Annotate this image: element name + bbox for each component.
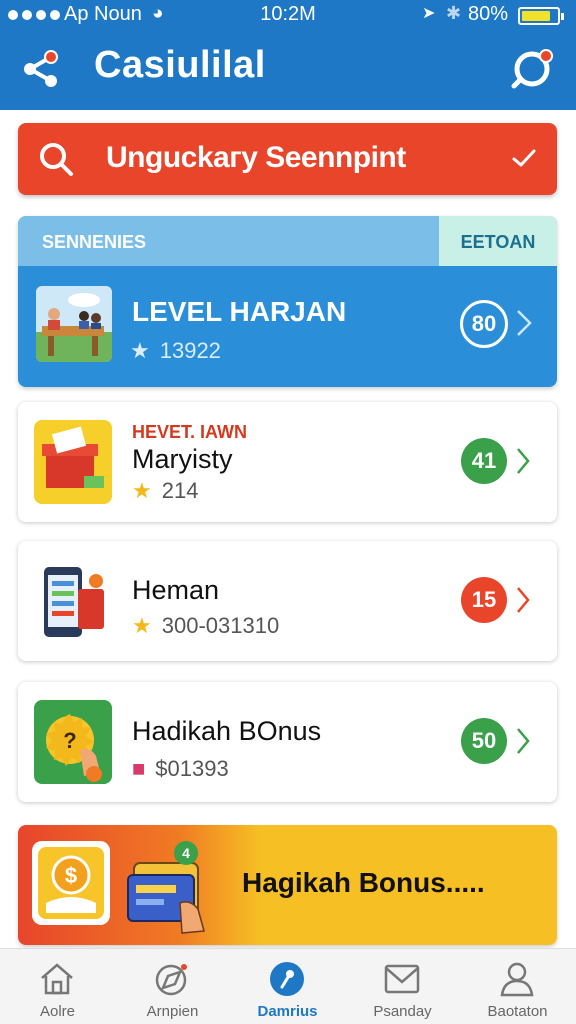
search-icon[interactable] — [510, 46, 556, 92]
nav-label: Baotaton — [487, 1003, 548, 1020]
item-kicker: HEVET. IAWN — [132, 422, 248, 442]
check-icon[interactable] — [511, 145, 537, 171]
nav-label: Arnpien — [146, 1003, 199, 1020]
item-title: Maryisty — [132, 444, 233, 474]
featured-title: LEVEL HARJAN — [132, 296, 347, 327]
star-icon: ★ — [132, 613, 152, 638]
item-badge: 15 — [461, 577, 507, 623]
location-arrow-icon: ➤ — [422, 5, 436, 22]
promo-text: Hagikah Bonus..... — [242, 867, 485, 898]
app-header: Ap Noun ◕ 10:2M ➤ ✱ 80% Casiulilal — [0, 0, 576, 110]
bonus-hand-icon: ? — [34, 700, 112, 784]
battery-icon — [518, 7, 564, 25]
nav-item-home[interactable]: Aolre — [0, 949, 115, 1024]
nav-label: Aolre — [39, 1003, 76, 1020]
nav-label: Damrius — [257, 1003, 318, 1020]
magnifier-icon — [40, 143, 73, 176]
item-meta: ■ $01393 — [132, 756, 229, 782]
battery-percent: 80% — [468, 3, 509, 25]
chevron-right-icon[interactable] — [515, 446, 531, 476]
chevron-right-icon[interactable] — [515, 726, 531, 756]
gift-box-icon — [34, 420, 112, 504]
item-badge: 41 — [461, 438, 507, 484]
share-icon[interactable] — [20, 48, 62, 90]
tab-eetoan[interactable]: EETOAN — [439, 216, 557, 266]
page-title: Casiulilal — [94, 44, 266, 86]
nav-label: Psanday — [373, 1003, 432, 1020]
section-label: SENNENIES — [42, 232, 147, 252]
item-title: Heman — [132, 575, 220, 605]
compass-icon — [155, 964, 187, 996]
nav-item-explore[interactable]: Arnpien — [115, 949, 230, 1024]
list-item[interactable]: Heman ★ 300-031310 15 — [18, 541, 557, 661]
chevron-right-icon[interactable] — [515, 585, 531, 615]
bottom-nav: Aolre Arnpien Damrius Psanday Baotaton — [0, 948, 576, 1024]
item-meta-value: $01393 — [155, 756, 229, 781]
svg-text:?: ? — [63, 728, 76, 753]
nav-item-profile[interactable]: Baotaton — [460, 949, 575, 1024]
wallet-card-icon: 4 — [127, 841, 205, 934]
list-item[interactable]: ? Hadikah BOnus ■ $01393 50 — [18, 682, 557, 802]
banner-text: Unguckaгy Seennpint — [106, 141, 406, 174]
profile-icon — [500, 962, 534, 997]
section-strip: SENNENIES — [18, 216, 439, 266]
featured-card[interactable]: SENNENIES EETOAN LEVEL HARJAN ★ 13922 80 — [18, 216, 557, 387]
featured-badge: 80 — [460, 300, 508, 348]
item-title: Hadikah BOnus — [132, 716, 322, 746]
featured-meta: ★ 13922 — [130, 338, 221, 364]
tab-label: EETOAN — [460, 232, 536, 252]
mail-icon — [384, 964, 420, 994]
svg-text:$: $ — [65, 863, 77, 888]
featured-meta-value: 13922 — [159, 338, 221, 363]
coin-app-icon: $ — [32, 841, 110, 925]
nav-item-mail[interactable]: Psanday — [345, 949, 460, 1024]
bonus-promo-banner[interactable]: $ 4 Hagikah Bonus..... — [18, 825, 557, 945]
list-item[interactable]: HEVET. IAWN Maryisty ★ 214 41 — [18, 402, 557, 522]
wallet-icon: ■ — [132, 756, 146, 781]
bluetooth-icon: ✱ — [446, 3, 462, 23]
pin-icon — [270, 962, 304, 996]
svg-text:4: 4 — [182, 845, 190, 861]
chevron-right-icon[interactable] — [515, 308, 533, 338]
star-icon: ★ — [132, 478, 152, 503]
phone-app-icon — [34, 559, 112, 643]
item-badge: 50 — [461, 718, 507, 764]
item-meta: ★ 300-031310 — [132, 613, 279, 639]
star-icon: ★ — [130, 338, 150, 363]
home-icon — [41, 963, 73, 995]
featured-thumbnail — [36, 286, 112, 362]
search-banner[interactable]: Unguckaгy Seennpint — [18, 123, 557, 195]
status-bar: Ap Noun ◕ 10:2M ➤ ✱ 80% — [0, 0, 576, 30]
item-meta-value: 300-031310 — [161, 613, 280, 638]
item-meta: ★ 214 — [132, 478, 198, 504]
item-meta-value: 214 — [161, 478, 199, 503]
nav-item-active[interactable]: Damrius — [230, 949, 345, 1024]
